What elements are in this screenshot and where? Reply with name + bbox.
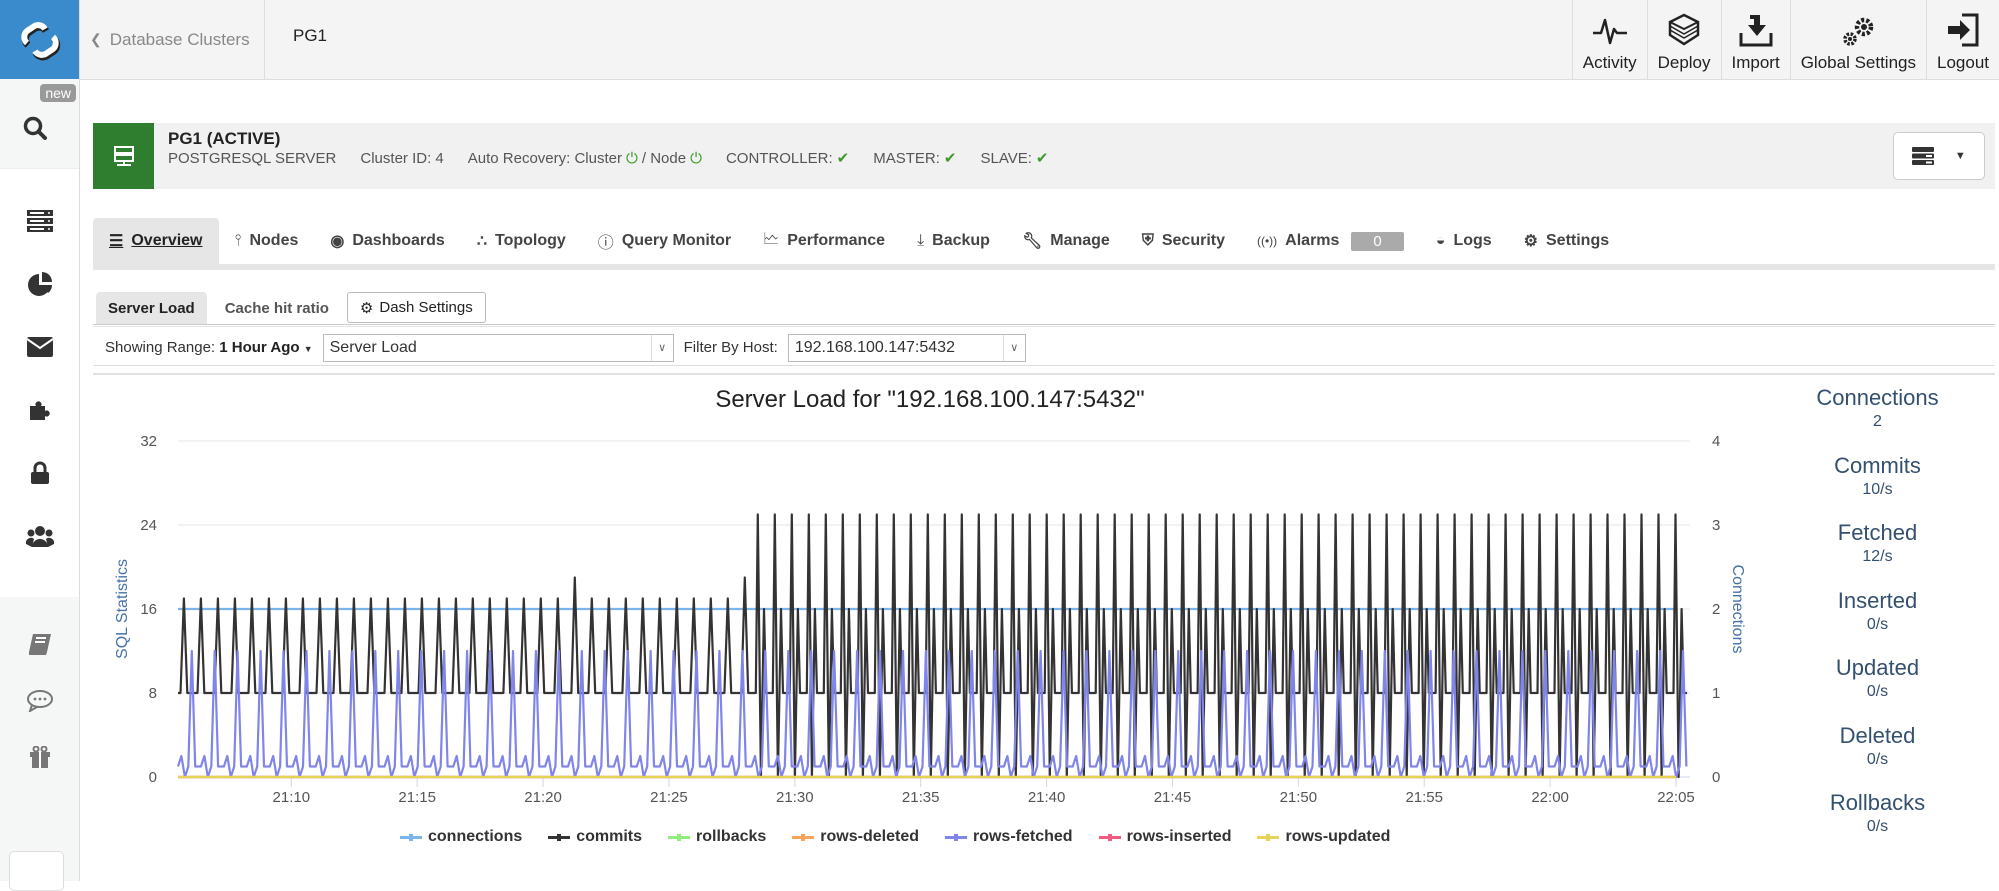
stat-fetched: Fetched 12/s <box>1800 520 1955 588</box>
stat-label: Connections <box>1816 385 1939 410</box>
y-tick-label: 0 <box>149 769 157 786</box>
legend-item-commits[interactable]: commits <box>548 828 642 846</box>
server-load-chart: 0 8 16 24 32 0 1 2 3 4 SQL Statistics Connections 21… <box>114 433 1746 806</box>
legend-swatch <box>400 833 422 841</box>
legend-label: rows-updated <box>1285 828 1391 845</box>
legend-swatch <box>1098 833 1121 841</box>
stat-value: 12/s <box>1862 548 1893 565</box>
stat-value: 0/s <box>1866 750 1889 768</box>
legend-item-rollbacks[interactable]: rollbacks <box>668 828 766 846</box>
legend-label: commits <box>576 828 643 845</box>
legend-label: rollbacks <box>696 828 767 845</box>
legend-label: rows-inserted <box>1126 828 1232 845</box>
y2-tick-label: 2 <box>1712 601 1720 618</box>
y2-tick-label: 3 <box>1712 517 1720 534</box>
legend-item-connections[interactable]: connections <box>400 828 522 846</box>
stats-panel: Connections 2 Commits 10/s Fetched 12/s Ins… <box>1800 385 1955 858</box>
stat-value: 2 <box>1873 413 1882 430</box>
stat-label: Fetched <box>1837 520 1918 545</box>
y2-axis-label: Connections <box>1729 565 1746 654</box>
x-tick-label: 21:25 <box>650 789 688 806</box>
stat-deleted: Deleted 0/s <box>1800 723 1955 791</box>
legend-label: connections <box>428 828 523 845</box>
stat-commits: Commits 10/s <box>1800 453 1955 521</box>
x-tick-label: 21:20 <box>524 789 562 806</box>
series-line-commits <box>178 513 1688 779</box>
y-axis-label: SQL Statistics <box>114 559 131 659</box>
chart-legend: connections commits rollbacks rows-deleted r… <box>400 828 1390 846</box>
legend-swatch <box>548 833 571 841</box>
x-tick-label: 21:50 <box>1280 789 1318 806</box>
legend-swatch <box>668 833 691 841</box>
x-tick-label: 22:00 <box>1531 789 1569 806</box>
y2-tick-label: 0 <box>1712 769 1720 786</box>
stat-label: Deleted <box>1839 722 1916 748</box>
stat-inserted: Inserted 0/s <box>1800 588 1955 656</box>
y-tick-label: 8 <box>149 685 157 702</box>
y2-tick-label: 4 <box>1712 433 1720 450</box>
stat-rollbacks: Rollbacks 0/s <box>1800 790 1955 858</box>
stat-label: Inserted <box>1837 587 1918 613</box>
x-tick-label: 21:30 <box>776 789 814 806</box>
stat-label: Updated <box>1835 655 1920 680</box>
x-tick-label: 21:40 <box>1028 789 1066 806</box>
stat-value: 10/s <box>1862 480 1893 498</box>
y2-tick-label: 1 <box>1712 685 1720 702</box>
legend-item-rows-inserted[interactable]: rows-inserted <box>1098 828 1232 846</box>
y-tick-label: 16 <box>140 601 157 618</box>
y-tick-label: 24 <box>140 517 157 534</box>
x-tick-label: 21:15 <box>398 789 436 806</box>
stat-value: 0/s <box>1866 615 1889 633</box>
legend-item-rows-deleted[interactable]: rows-deleted <box>792 828 919 846</box>
x-tick-label: 21:10 <box>273 789 311 806</box>
stat-label: Commits <box>1834 452 1921 478</box>
y-tick-label: 32 <box>140 433 157 450</box>
x-tick-label: 21:55 <box>1405 789 1443 806</box>
legend-label: rows-fetched <box>972 828 1073 845</box>
x-tick-label: 21:45 <box>1154 789 1192 806</box>
legend-label: rows-deleted <box>820 828 919 845</box>
x-tick-label: 21:35 <box>902 789 940 806</box>
stat-connections: Connections 2 <box>1800 385 1955 453</box>
legend-swatch <box>792 833 815 841</box>
x-tick-label: 22:05 <box>1657 789 1695 806</box>
stat-updated: Updated 0/s <box>1800 655 1955 723</box>
stat-value: 0/s <box>1866 683 1889 700</box>
legend-swatch <box>944 833 967 841</box>
stat-value: 0/s <box>1866 818 1889 835</box>
legend-item-rows-fetched[interactable]: rows-fetched <box>944 828 1073 846</box>
legend-item-rows-updated[interactable]: rows-updated <box>1257 828 1390 846</box>
legend-swatch <box>1257 833 1280 841</box>
stat-label: Rollbacks <box>1829 790 1926 815</box>
